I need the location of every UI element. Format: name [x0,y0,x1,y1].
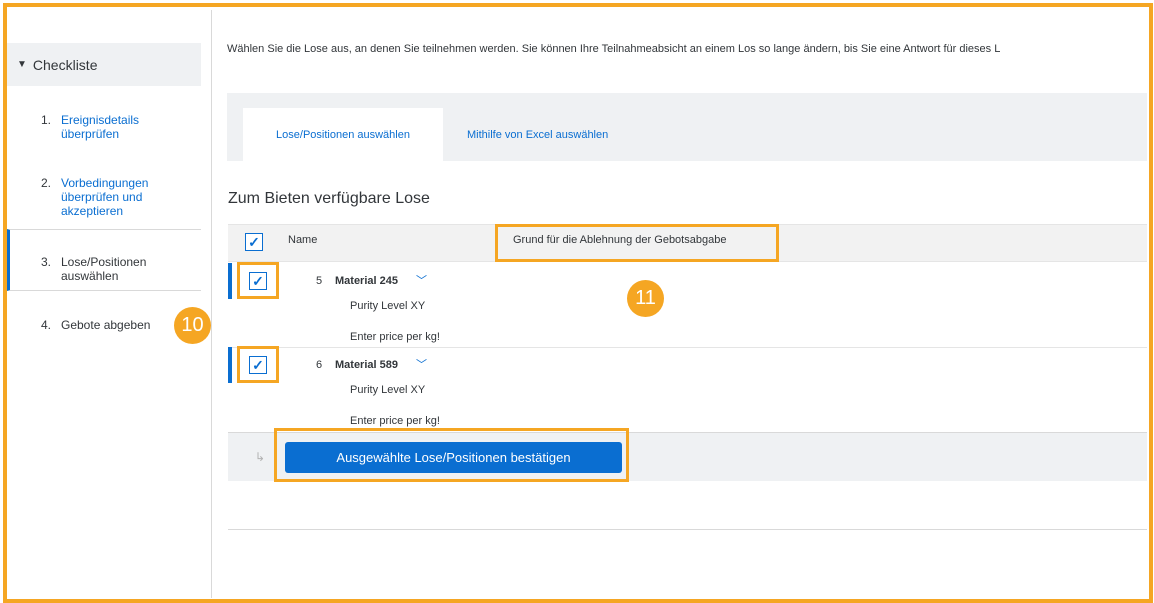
callout-badge-10: 10 [174,307,211,344]
tab-select-lots[interactable]: Lose/Positionen auswählen [243,108,443,161]
step-number: 4. [41,318,52,332]
row-subtitle: Purity Level XY [350,384,426,396]
row-separator [228,347,1147,348]
sidebar-item-ereignisdetails[interactable]: 1. Ereignisdetails überprüfen [7,113,201,147]
step-number: 1. [41,113,52,127]
section-title: Zum Bieten verfügbare Lose [228,190,430,207]
step-number: 2. [41,176,52,190]
row-title[interactable]: Material 589 [335,359,398,371]
chevron-down-icon[interactable]: ﹀ [416,356,427,372]
sidebar-item-vorbedingungen[interactable]: 2. Vorbedingungen überprüfen und akzepti… [7,176,201,222]
row-selected-indicator [228,263,232,299]
divider [228,529,1147,530]
tab-bar: Lose/Positionen auswählen Mithilfe von E… [227,93,1147,161]
sidebar-item-gebote[interactable]: 4. Gebote abgeben [7,318,201,334]
row-note: Enter price per kg! [350,331,440,343]
select-all-checkbox[interactable]: ✓ [245,233,263,251]
row-subtitle: Purity Level XY [350,300,426,312]
highlight-row-checkbox [237,346,279,383]
column-header-name: Name [288,234,318,246]
row-title[interactable]: Material 245 [335,275,398,287]
row-selected-indicator [228,347,232,383]
row-note: Enter price per kg! [350,415,440,427]
row-number: 5 [316,275,323,287]
callout-badge-11: 11 [627,280,664,317]
step-number: 3. [41,255,52,269]
checklist-sidebar [10,10,212,598]
tab-excel[interactable]: Mithilfe von Excel auswählen [447,108,628,161]
chevron-down-icon[interactable]: ﹀ [416,272,427,288]
checklist-title: Checkliste [32,56,98,73]
enter-arrow-icon: ↳ [255,450,266,464]
step-label: Vorbedingungen überprüfen und akzeptiere… [61,176,149,218]
row-number: 6 [316,359,323,371]
sidebar-item-lose-positionen[interactable]: 3. Lose/Positionen auswählen [7,255,201,287]
highlight-row-checkbox [237,262,279,299]
step-label: Ereignisdetails überprüfen [61,113,140,141]
collapse-triangle-icon: ▼ [17,59,27,70]
step-label: Lose/Positionen auswählen [61,255,147,283]
step-label: Gebote abgeben [61,318,151,332]
highlight-reason-column [495,224,779,262]
highlight-confirm-button [274,428,629,482]
checklist-header[interactable]: ▼ Checkliste [7,43,201,86]
intro-text: Wählen Sie die Lose aus, an denen Sie te… [227,43,1001,55]
